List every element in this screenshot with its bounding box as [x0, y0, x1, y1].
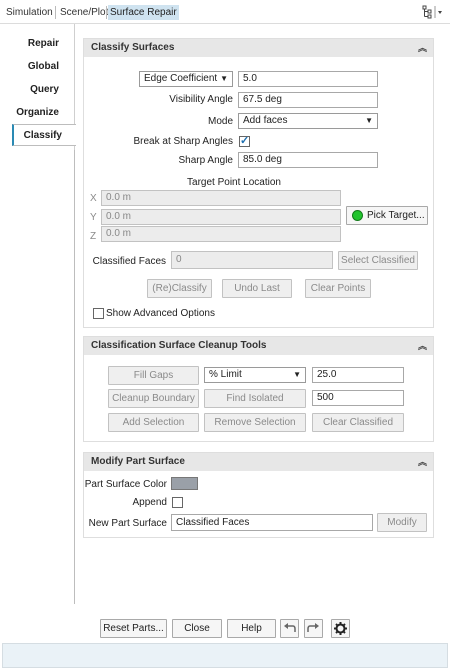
append-checkbox[interactable]	[172, 497, 183, 508]
panel-title: Modify Part Surface	[91, 456, 185, 467]
classified-faces-input[interactable]: 0	[171, 251, 333, 269]
clear-classified-button[interactable]: Clear Classified	[312, 413, 404, 432]
tree-menu-icon[interactable]	[420, 4, 446, 20]
collapse-icon[interactable]: ︽	[418, 39, 427, 57]
x-label: X	[90, 193, 97, 204]
fill-gaps-button[interactable]: Fill Gaps	[108, 366, 199, 385]
break-sharp-angles-label: Break at Sharp Angles	[133, 136, 233, 147]
redo-icon[interactable]	[304, 619, 323, 638]
clear-points-button[interactable]: Clear Points	[305, 279, 371, 298]
isolated-input[interactable]: 500	[312, 390, 404, 406]
target-point-location-label: Target Point Location	[187, 177, 281, 188]
show-advanced-label: Show Advanced Options	[106, 308, 215, 319]
dropdown-caret-icon: ▼	[220, 74, 228, 83]
gear-icon[interactable]	[331, 619, 350, 638]
modify-part-surface-header[interactable]: Modify Part Surface ︽	[84, 453, 433, 471]
tab-separator	[106, 6, 107, 19]
limit-select[interactable]: % Limit ▼	[204, 367, 306, 383]
cleanup-tools-panel: Classification Surface Cleanup Tools ︽ F…	[83, 336, 434, 442]
reclassify-button[interactable]: (Re)Classify	[147, 279, 212, 298]
select-value: Edge Coefficient	[144, 73, 218, 84]
mode-label: Mode	[207, 116, 233, 127]
help-button[interactable]: Help	[227, 619, 276, 638]
dropdown-caret-icon: ▼	[293, 370, 301, 379]
find-isolated-button[interactable]: Find Isolated	[204, 389, 306, 408]
status-bar	[2, 643, 448, 668]
collapse-icon[interactable]: ︽	[418, 337, 427, 355]
remove-selection-button[interactable]: Remove Selection	[204, 413, 306, 432]
add-selection-button[interactable]: Add Selection	[108, 413, 199, 432]
nav-item-repair[interactable]: Repair	[0, 33, 75, 55]
new-part-surface-input[interactable]: Classified Faces	[171, 514, 373, 531]
undo-last-button[interactable]: Undo Last	[222, 279, 292, 298]
nav-item-classify[interactable]: Classify	[12, 124, 76, 146]
panel-title: Classify Surfaces	[91, 42, 175, 53]
classify-surfaces-header[interactable]: Classify Surfaces ︽	[84, 39, 433, 57]
reset-parts-button[interactable]: Reset Parts...	[100, 619, 167, 638]
cleanup-tools-header[interactable]: Classification Surface Cleanup Tools ︽	[84, 337, 433, 355]
undo-icon[interactable]	[280, 619, 299, 638]
append-label: Append	[132, 497, 167, 508]
z-label: Z	[90, 231, 97, 242]
y-label: Y	[90, 212, 97, 223]
close-button[interactable]: Close	[172, 619, 222, 638]
part-surface-color-label: Part Surface Color	[84, 479, 167, 490]
classify-surfaces-panel: Classify Surfaces ︽ Edge Coefficient ▼ 5…	[83, 38, 434, 328]
edge-coefficient-select[interactable]: Edge Coefficient ▼	[139, 71, 233, 87]
break-sharp-angles-checkbox[interactable]	[239, 134, 250, 147]
sharp-angle-input[interactable]: 85.0 deg	[238, 152, 378, 168]
modify-button[interactable]: Modify	[377, 513, 427, 532]
nav-divider	[74, 150, 75, 604]
edge-coefficient-input[interactable]: 5.0	[238, 71, 378, 87]
nav-item-organize[interactable]: Organize	[0, 102, 75, 124]
mode-select[interactable]: Add faces ▼	[238, 113, 378, 129]
tab-surface-repair[interactable]: Surface Repair	[108, 5, 179, 20]
part-surface-color-swatch[interactable]	[171, 477, 198, 490]
target-x-input[interactable]: 0.0 m	[101, 190, 341, 206]
nav-item-global[interactable]: Global	[0, 56, 75, 78]
visibility-angle-label: Visibility Angle	[169, 94, 233, 105]
show-advanced-checkbox[interactable]	[93, 308, 104, 319]
sharp-angle-label: Sharp Angle	[178, 155, 234, 166]
bottom-button-bar: Reset Parts... Close Help	[0, 613, 450, 643]
button-label: Pick Target...	[367, 210, 425, 221]
collapse-icon[interactable]: ︽	[418, 453, 427, 471]
top-tab-bar: Simulation Scene/Plot Surface Repair	[0, 0, 450, 24]
visibility-angle-input[interactable]: 67.5 deg	[238, 92, 378, 108]
tab-separator	[55, 6, 56, 19]
classified-faces-label: Classified Faces	[92, 256, 166, 267]
select-classified-button[interactable]: Select Classified	[338, 251, 418, 270]
target-z-input[interactable]: 0.0 m	[101, 226, 341, 242]
modify-part-surface-panel: Modify Part Surface ︽ Part Surface Color…	[83, 452, 434, 538]
select-value: Add faces	[243, 115, 288, 126]
new-part-surface-label: New Part Surface	[88, 518, 167, 529]
nav-item-query[interactable]: Query	[0, 79, 75, 101]
limit-input[interactable]: 25.0	[312, 367, 404, 383]
pick-target-button[interactable]: Pick Target...	[346, 206, 428, 225]
dropdown-caret-icon: ▼	[365, 116, 373, 125]
cleanup-boundary-button[interactable]: Cleanup Boundary	[108, 389, 199, 408]
left-nav: Repair Global Query Organize Classify	[0, 24, 76, 604]
tab-simulation[interactable]: Simulation	[4, 5, 55, 20]
select-value: % Limit	[209, 369, 242, 380]
panel-title: Classification Surface Cleanup Tools	[91, 340, 267, 351]
tab-scene-plot[interactable]: Scene/Plot	[58, 5, 110, 20]
target-y-input[interactable]: 0.0 m	[101, 209, 341, 225]
status-green-icon	[352, 210, 363, 221]
